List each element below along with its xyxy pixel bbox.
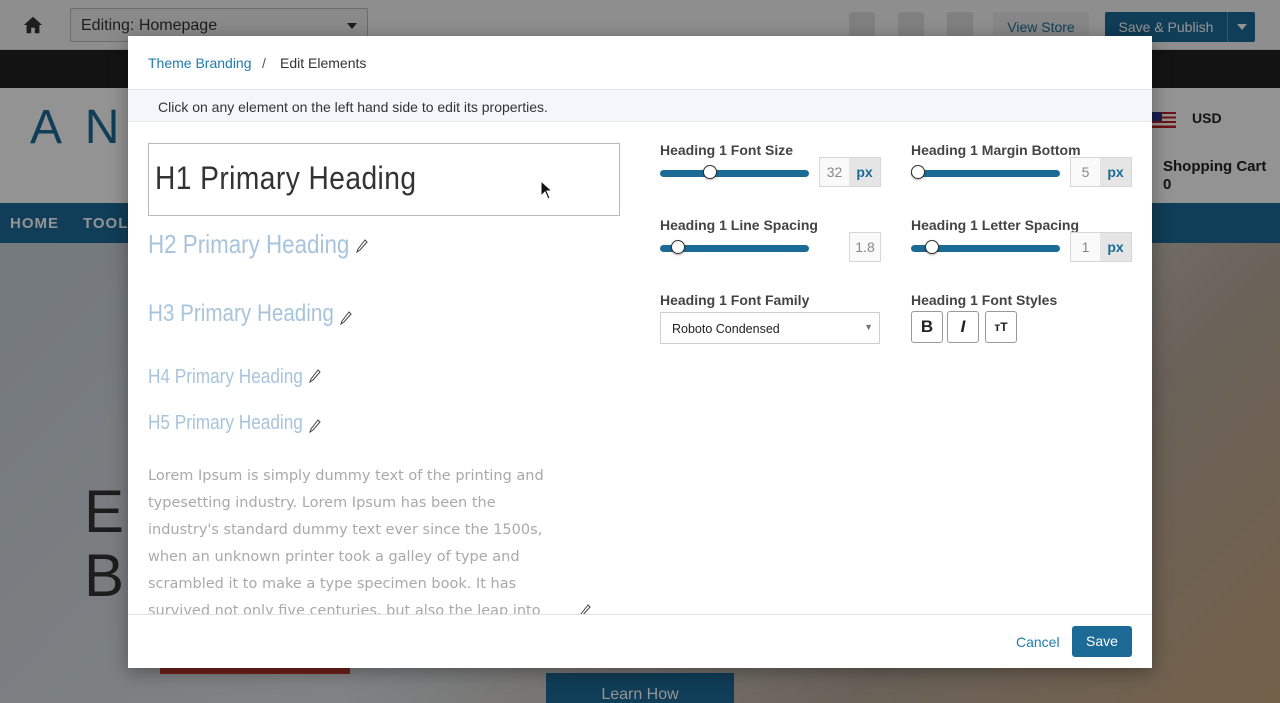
slider-thumb[interactable]: [924, 240, 939, 254]
h3-sample[interactable]: H3 Primary Heading: [148, 300, 334, 328]
font-family-value: Roboto Condensed: [672, 322, 780, 336]
bold-button[interactable]: B: [911, 311, 943, 343]
text-transform-button[interactable]: тТ: [985, 311, 1017, 343]
chevron-down-icon: ▼: [864, 322, 873, 332]
line-spacing-input[interactable]: 1.8: [849, 232, 881, 262]
modal-footer: Cancel Save: [128, 614, 1152, 668]
pencil-icon[interactable]: [309, 419, 321, 433]
h1-sample-text: H1 Primary Heading: [155, 160, 417, 196]
pencil-icon[interactable]: [340, 311, 352, 325]
pencil-icon[interactable]: [309, 369, 321, 383]
slider-track: [911, 170, 1060, 177]
font-size-label: Heading 1 Font Size: [660, 142, 794, 158]
breadcrumb-theme-branding[interactable]: Theme Branding: [148, 55, 252, 71]
font-size-slider[interactable]: [660, 165, 809, 181]
paragraph-sample[interactable]: Lorem Ipsum is simply dummy text of the …: [148, 463, 568, 615]
slider-thumb[interactable]: [911, 165, 925, 179]
preview-pane: H1 Primary Heading H2 Primary Heading H3…: [148, 143, 620, 615]
font-size-unit: px: [849, 157, 881, 187]
h2-sample[interactable]: H2 Primary Heading: [148, 229, 349, 260]
font-styles-label: Heading 1 Font Styles: [911, 292, 1058, 308]
margin-bottom-unit: px: [1100, 157, 1132, 187]
font-size-input[interactable]: 32: [819, 157, 850, 187]
h4-sample[interactable]: H4 Primary Heading: [148, 366, 303, 389]
save-button[interactable]: Save: [1072, 626, 1132, 657]
margin-bottom-label: Heading 1 Margin Bottom: [911, 142, 1081, 158]
slider-track: [660, 170, 809, 177]
slider-thumb[interactable]: [670, 240, 685, 254]
italic-button[interactable]: I: [947, 311, 979, 343]
font-family-label: Heading 1 Font Family: [660, 292, 810, 308]
margin-bottom-slider[interactable]: [911, 165, 1060, 181]
line-spacing-slider[interactable]: [660, 240, 809, 256]
mouse-cursor-icon: [540, 180, 554, 200]
info-text: Click on any element on the left hand si…: [158, 99, 548, 115]
info-bar: Click on any element on the left hand si…: [128, 90, 1152, 122]
font-family-select[interactable]: Roboto Condensed ▼: [660, 312, 880, 344]
breadcrumb-current: Edit Elements: [280, 55, 367, 71]
margin-bottom-input[interactable]: 5: [1070, 157, 1101, 187]
edit-elements-modal: Theme Branding / Edit Elements Click on …: [128, 36, 1152, 668]
letter-spacing-input[interactable]: 1: [1070, 232, 1101, 262]
line-spacing-label: Heading 1 Line Spacing: [660, 217, 818, 233]
cancel-button[interactable]: Cancel: [1016, 634, 1060, 650]
breadcrumb-separator: /: [262, 55, 266, 71]
h5-sample[interactable]: H5 Primary Heading: [148, 412, 303, 435]
letter-spacing-label: Heading 1 Letter Spacing: [911, 217, 1080, 233]
pencil-icon[interactable]: [356, 239, 368, 253]
letter-spacing-unit: px: [1100, 232, 1132, 262]
modal-header: Theme Branding / Edit Elements: [128, 36, 1152, 90]
letter-spacing-slider[interactable]: [911, 240, 1060, 256]
